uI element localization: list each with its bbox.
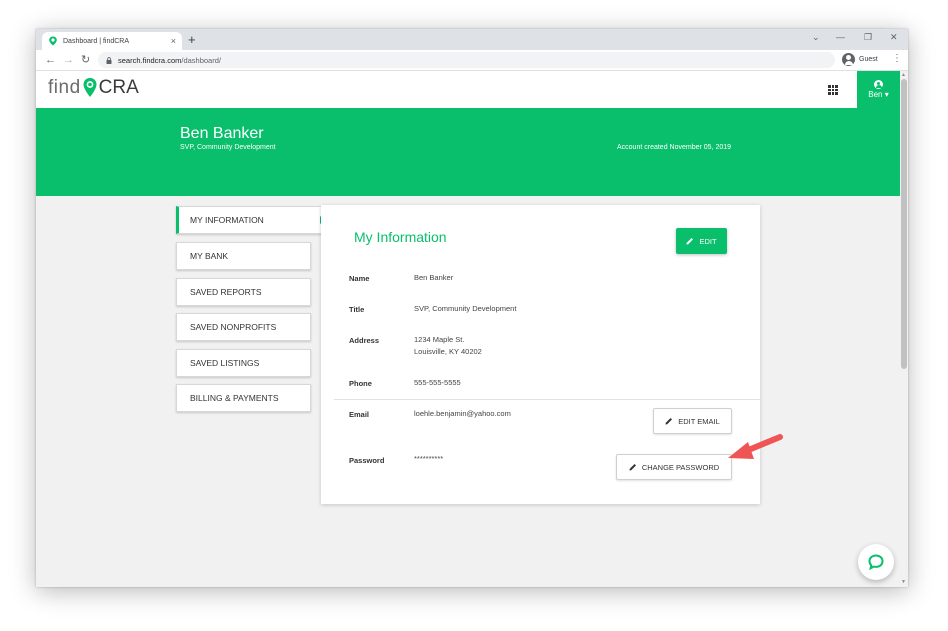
name-value: Ben Banker — [414, 273, 454, 282]
banner-user-title: SVP, Community Development — [180, 144, 276, 151]
sidebar-item-label: SAVED REPORTS — [190, 287, 262, 297]
sidebar-item-my-bank[interactable]: MY BANK — [176, 242, 311, 270]
scroll-up-icon[interactable]: ▲ — [901, 72, 906, 78]
change-password-label: CHANGE PASSWORD — [641, 462, 720, 472]
browser-menu-icon[interactable]: ⋮ — [892, 53, 902, 64]
location-pin-icon — [83, 78, 97, 97]
url-text: search.findcra.com/dashboard/ — [118, 56, 221, 65]
scroll-down-icon[interactable]: ▼ — [901, 579, 906, 585]
annotation-arrow-icon — [728, 434, 783, 459]
sidebar-item-label: MY INFORMATION — [190, 215, 264, 225]
address-bar[interactable]: search.findcra.com/dashboard/ — [98, 52, 835, 68]
findcra-logo[interactable]: find CRA — [48, 77, 139, 99]
url-path: /dashboard/ — [181, 55, 221, 65]
address-line2: Louisville, KY 40202 — [414, 347, 482, 356]
reload-button[interactable]: ↻ — [81, 53, 90, 67]
title-value: SVP, Community Development — [414, 304, 517, 313]
tab-strip: Dashboard | findCRA × + ⌄ — ❐ ✕ — [36, 29, 908, 50]
url-host: search.findcra.com — [118, 55, 182, 65]
password-label: Password — [349, 456, 385, 465]
sidebar-item-billing-payments[interactable]: BILLING & PAYMENTS — [176, 384, 311, 412]
browser-window: Dashboard | findCRA × + ⌄ — ❐ ✕ ← → ↻ se… — [36, 29, 908, 587]
sidebar-item-saved-nonprofits[interactable]: SAVED NONPROFITS — [176, 313, 311, 341]
profile-button[interactable]: Guest — [842, 53, 878, 66]
edit-button[interactable]: EDIT — [676, 228, 727, 254]
restore-button[interactable]: ❐ — [864, 32, 872, 43]
chat-button[interactable] — [858, 544, 894, 580]
edit-email-button[interactable]: EDIT EMAIL — [653, 408, 732, 434]
phone-label: Phone — [349, 379, 372, 388]
page-scrollbar[interactable]: ▲ ▼ — [900, 71, 908, 587]
sidebar-item-label: BILLING & PAYMENTS — [190, 393, 279, 403]
logo-text-cra: CRA — [98, 77, 139, 98]
forward-button[interactable]: → — [63, 53, 74, 67]
user-menu-button[interactable]: Ben ▾ — [857, 71, 900, 108]
name-label: Name — [349, 274, 370, 283]
phone-value: 555-555-5555 — [414, 378, 461, 387]
password-value: ********** — [414, 454, 444, 463]
site-header: find CRA Ben ▾ — [36, 71, 900, 108]
account-created-text: Account created November 05, 2019 — [617, 144, 732, 151]
address-line1: 1234 Maple St. — [414, 335, 465, 344]
banner-user-name: Ben Banker — [180, 125, 264, 142]
lock-icon — [106, 56, 112, 64]
sidebar-item-label: MY BANK — [190, 251, 229, 261]
account-circle-icon — [874, 80, 883, 89]
findcra-favicon-icon — [49, 36, 57, 46]
sidebar-item-saved-listings[interactable]: SAVED LISTINGS — [176, 349, 311, 377]
back-button[interactable]: ← — [45, 53, 56, 67]
profile-label: Guest — [859, 56, 878, 63]
section-divider — [334, 399, 760, 400]
edit-button-label: EDIT — [699, 236, 717, 246]
minimize-button[interactable]: — — [836, 32, 845, 42]
guest-profile-icon — [842, 53, 855, 66]
card-title: My Information — [354, 229, 447, 245]
pencil-icon — [686, 238, 694, 245]
change-password-button[interactable]: CHANGE PASSWORD — [616, 454, 732, 480]
address-label: Address — [349, 336, 380, 345]
pencil-icon — [665, 418, 673, 425]
sidebar-item-saved-reports[interactable]: SAVED REPORTS — [176, 278, 311, 306]
edit-email-label: EDIT EMAIL — [678, 416, 720, 426]
my-information-card: My Information EDIT Name Ben Banker Titl… — [321, 205, 760, 504]
tab-close-icon[interactable]: × — [171, 36, 176, 46]
browser-tab[interactable]: Dashboard | findCRA × — [42, 32, 182, 50]
scrollbar-thumb[interactable] — [901, 79, 907, 369]
user-menu-label: Ben ▾ — [868, 90, 889, 99]
tab-title: Dashboard | findCRA — [63, 37, 130, 45]
sidebar-item-label: SAVED NONPROFITS — [190, 322, 277, 332]
logo-text-find: find — [48, 77, 81, 98]
page-viewport: find CRA Ben ▾ Ben Banker SVP, Community… — [36, 71, 900, 587]
new-tab-button[interactable]: + — [188, 32, 196, 47]
sidebar-item-my-information[interactable]: MY INFORMATION — [176, 206, 322, 234]
pencil-icon — [629, 464, 636, 471]
sidebar-item-label: SAVED LISTINGS — [190, 358, 260, 368]
title-label: Title — [349, 305, 365, 314]
tab-search-icon[interactable]: ⌄ — [812, 32, 820, 43]
close-window-button[interactable]: ✕ — [890, 32, 898, 43]
apps-grid-icon[interactable] — [828, 85, 838, 95]
chat-icon — [868, 554, 884, 570]
email-label: Email — [349, 410, 370, 419]
browser-toolbar: ← → ↻ search.findcra.com/dashboard/ Gues… — [36, 50, 908, 71]
email-value: loehle.benjamin@yahoo.com — [414, 409, 511, 418]
profile-banner — [36, 108, 900, 196]
